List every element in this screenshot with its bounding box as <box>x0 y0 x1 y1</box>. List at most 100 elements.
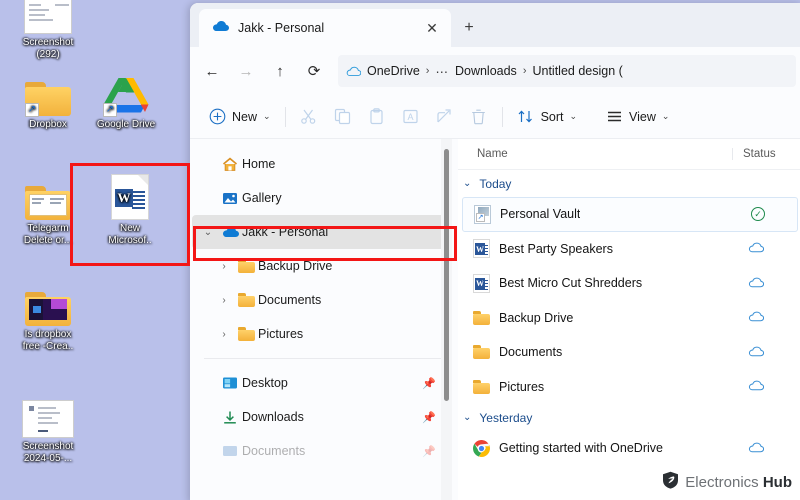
sidebar-item-partial[interactable]: Documents 📌 <box>192 434 450 468</box>
sidebar-item-documents[interactable]: › Documents <box>192 283 450 317</box>
desktop-icon-google-drive[interactable]: ↗ Google Drive <box>82 68 170 131</box>
onedrive-cloud-icon <box>346 66 361 77</box>
desktop-icon-dropbox[interactable]: ↗ Dropbox <box>4 68 92 131</box>
table-row[interactable]: Backup Drive <box>458 301 800 336</box>
table-row[interactable]: Documents <box>458 335 800 370</box>
up-button[interactable]: ↑ <box>264 55 296 87</box>
new-tab-button[interactable]: + <box>458 17 480 39</box>
chevron-right-icon[interactable]: › <box>214 261 234 272</box>
table-row[interactable]: ↗ Personal Vault ✓ <box>462 197 798 232</box>
group-header-yesterday[interactable]: ⌄ Yesterday <box>458 404 800 431</box>
folder-thumbnail-icon <box>4 278 92 326</box>
word-document-icon: W <box>473 239 490 259</box>
desktop-icon-label: New <box>119 223 140 234</box>
breadcrumb-overflow-button[interactable]: ⋯ <box>435 64 449 79</box>
group-label: Today <box>479 176 512 191</box>
pin-icon[interactable]: 📌 <box>422 445 436 458</box>
table-row[interactable]: W Best Party Speakers <box>458 232 800 267</box>
view-button[interactable]: View ⌄ <box>597 102 677 132</box>
chevron-down-icon[interactable]: ⌄ <box>463 178 471 189</box>
desktop-icon-label: Telegarm <box>27 223 69 234</box>
nav-scrollbar-thumb[interactable] <box>444 149 449 401</box>
pin-icon[interactable]: 📌 <box>422 411 436 424</box>
column-header-name[interactable]: Name <box>458 148 732 160</box>
clipboard-icon <box>368 108 386 126</box>
table-row[interactable]: Pictures <box>458 370 800 405</box>
file-name-label: Personal Vault <box>500 207 581 222</box>
breadcrumb-item-downloads[interactable]: Downloads <box>455 64 517 78</box>
chevron-down-icon[interactable]: ⌄ <box>198 227 218 238</box>
share-button[interactable] <box>428 102 462 132</box>
cloud-only-icon <box>748 345 765 360</box>
sidebar-item-label: Backup Drive <box>258 259 333 273</box>
back-button[interactable]: ← <box>196 55 228 87</box>
breadcrumb[interactable]: OneDrive › ⋯ Downloads › Untitled design… <box>338 55 796 87</box>
download-icon <box>218 410 242 425</box>
cut-button[interactable] <box>292 102 326 132</box>
desktop-icon-label: Google Drive <box>96 119 156 130</box>
onedrive-cloud-icon <box>218 226 242 238</box>
group-header-today[interactable]: ⌄ Today <box>458 170 800 197</box>
sidebar-item-jakk-personal[interactable]: ⌄ Jakk - Personal <box>192 215 450 249</box>
sidebar-item-backup-drive[interactable]: › Backup Drive <box>192 249 450 283</box>
breadcrumb-item-untitled-design[interactable]: Untitled design ( <box>532 64 622 78</box>
desktop-icon-new-microsoft-word-document[interactable]: W New Microsof.. <box>86 172 174 247</box>
chevron-right-icon[interactable]: › <box>214 329 234 340</box>
chevron-right-icon[interactable]: › <box>214 295 234 306</box>
sidebar-item-gallery[interactable]: Gallery <box>192 181 450 215</box>
desktop-icon-label: Screenshot <box>22 441 74 452</box>
shortcut-arrow-icon: ↗ <box>25 103 39 117</box>
sidebar-item-label: Documents <box>242 444 306 458</box>
rename-icon: A <box>402 108 420 126</box>
onedrive-cloud-icon <box>212 19 229 37</box>
desktop-icon <box>218 376 242 390</box>
sidebar-divider <box>204 358 442 359</box>
table-row[interactable]: W Best Micro Cut Shredders <box>458 266 800 301</box>
paste-button[interactable] <box>360 102 394 132</box>
pin-icon[interactable]: 📌 <box>422 377 436 390</box>
sidebar-item-home[interactable]: Home <box>192 147 450 181</box>
file-name-cell: Getting started with OneDrive <box>458 439 732 457</box>
folder-icon <box>473 343 490 362</box>
chevron-down-icon-view[interactable]: ⌄ <box>662 111 670 122</box>
file-name-cell: Backup Drive <box>458 308 732 327</box>
desktop-icon-telegarm[interactable]: Telegarm Delete or... <box>4 172 92 247</box>
desktop-icon-label-2: Delete or... <box>23 235 73 246</box>
chevron-down-icon[interactable]: ⌄ <box>263 111 271 122</box>
window-body: Home Gallery ⌄ Jakk - Personal › Backup … <box>190 139 800 500</box>
column-header-status[interactable]: Status <box>732 148 800 160</box>
chevron-down-icon-sort[interactable]: ⌄ <box>570 111 578 122</box>
folder-icon <box>234 293 258 307</box>
new-button[interactable]: New ⌄ <box>200 102 279 132</box>
sidebar-item-desktop[interactable]: Desktop 📌 <box>192 366 450 400</box>
window-titlebar: Jakk - Personal ✕ + <box>190 3 800 47</box>
table-row[interactable]: Getting started with OneDrive <box>458 431 800 466</box>
delete-button[interactable] <box>462 102 496 132</box>
copy-button[interactable] <box>326 102 360 132</box>
breadcrumb-item-onedrive[interactable]: OneDrive <box>367 64 420 78</box>
sidebar-item-downloads[interactable]: Downloads 📌 <box>192 400 450 434</box>
cloud-only-icon <box>748 379 765 394</box>
rename-button[interactable]: A <box>394 102 428 132</box>
desktop-icon-is-dropbox-free[interactable]: Is dropbox free -Crea.. <box>4 278 92 353</box>
shield-logo-icon <box>662 471 679 493</box>
folder-icon <box>473 377 490 396</box>
personal-vault-icon: ↗ <box>474 204 491 224</box>
refresh-button[interactable]: ⟳ <box>298 55 330 87</box>
chrome-icon <box>473 439 490 457</box>
desktop-icon-screenshot-292[interactable]: Screenshot (292) <box>4 0 92 61</box>
desktop-icon-screenshot-2024-05[interactable]: Screenshot 2024-05-... <box>4 390 92 465</box>
tab-jakk-personal[interactable]: Jakk - Personal ✕ <box>199 9 451 47</box>
sort-button[interactable]: Sort ⌄ <box>509 102 585 132</box>
close-icon[interactable]: ✕ <box>421 17 443 39</box>
chevron-down-icon[interactable]: ⌄ <box>463 412 471 423</box>
sidebar-item-pictures[interactable]: › Pictures <box>192 317 450 351</box>
desktop-icon-label-2: 2024-05-... <box>23 453 73 464</box>
folder-thumbnail-icon <box>4 172 92 220</box>
forward-button[interactable]: → <box>230 55 262 87</box>
cloud-only-icon <box>748 441 765 456</box>
file-name-label: Getting started with OneDrive <box>499 441 663 456</box>
sidebar-item-label: Pictures <box>258 327 304 341</box>
desktop-icon-label-2: Microsof.. <box>108 235 152 246</box>
nav-scrollbar-track[interactable] <box>441 139 452 500</box>
